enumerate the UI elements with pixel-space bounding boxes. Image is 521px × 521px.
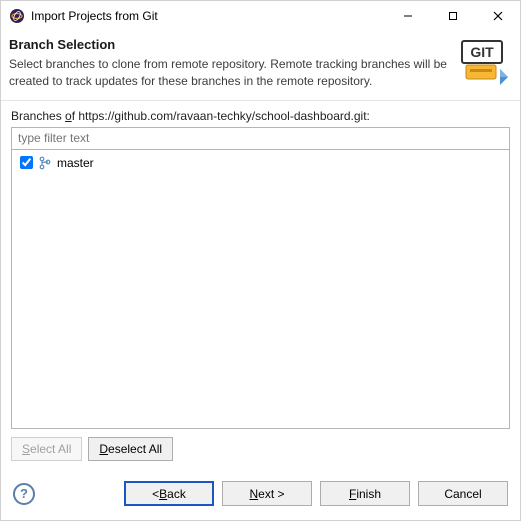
branch-filter-input[interactable] [11, 127, 510, 150]
eclipse-icon [9, 8, 25, 24]
window-title: Import Projects from Git [31, 9, 385, 23]
cancel-button[interactable]: Cancel [418, 481, 508, 506]
window-controls [385, 1, 520, 31]
finish-button[interactable]: Finish [320, 481, 410, 506]
svg-text:GIT: GIT [470, 44, 494, 60]
titlebar: Import Projects from Git [1, 1, 520, 31]
help-icon[interactable]: ? [13, 483, 35, 505]
wizard-footer: ? < Back Next > Finish Cancel [1, 471, 520, 520]
branch-icon [38, 156, 52, 170]
select-buttons: Select All Deselect All [11, 437, 510, 461]
branch-checkbox[interactable] [20, 156, 33, 169]
next-button[interactable]: Next > [222, 481, 312, 506]
content-area: Branches of https://github.com/ravaan-te… [1, 101, 520, 471]
back-button[interactable]: < Back [124, 481, 214, 506]
branch-item[interactable]: master [14, 154, 507, 172]
branches-label: Branches of https://github.com/ravaan-te… [11, 109, 510, 123]
maximize-button[interactable] [430, 1, 475, 31]
branch-name: master [57, 156, 94, 170]
wizard-header: Branch Selection Select branches to clon… [1, 31, 520, 101]
branch-list[interactable]: master [11, 150, 510, 429]
page-description: Select branches to clone from remote rep… [9, 56, 460, 90]
select-all-button[interactable]: Select All [11, 437, 82, 461]
git-banner-icon: GIT [460, 37, 508, 85]
close-button[interactable] [475, 1, 520, 31]
minimize-button[interactable] [385, 1, 430, 31]
page-title: Branch Selection [9, 37, 460, 52]
deselect-all-button[interactable]: Deselect All [88, 437, 173, 461]
